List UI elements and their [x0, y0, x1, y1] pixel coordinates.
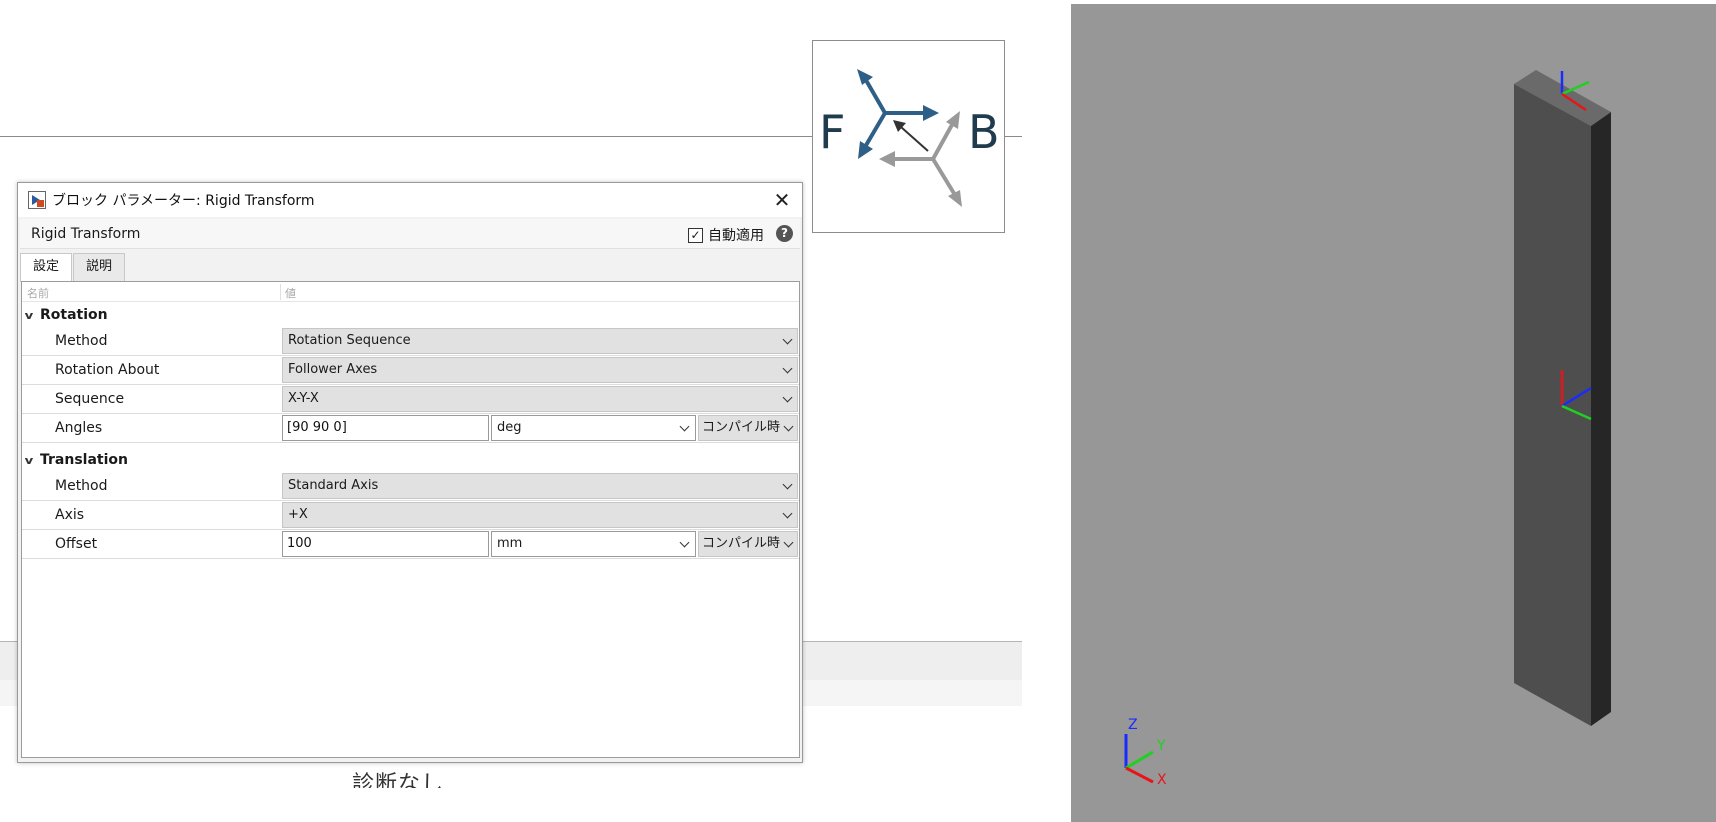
- param-label: Angles: [55, 420, 103, 436]
- mechanics-explorer-view[interactable]: Z Y X: [1071, 4, 1716, 822]
- angles-evaluation-dropdown[interactable]: コンパイル時: [698, 415, 798, 441]
- section-rotation-label: Rotation: [40, 307, 108, 323]
- dropdown-value: X-Y-X: [288, 391, 319, 406]
- rigid-transform-block[interactable]: F B: [812, 40, 1005, 233]
- param-translation-method: Method Standard Axis: [22, 472, 799, 501]
- param-label: Axis: [55, 507, 85, 523]
- axis-dropdown[interactable]: +X: [282, 502, 798, 528]
- chevron-down-icon: [679, 537, 690, 548]
- section-rotation[interactable]: v Rotation: [22, 303, 799, 327]
- chevron-down-icon: [782, 363, 793, 374]
- auto-apply-label: 自動適用: [708, 228, 764, 244]
- chevron-down-icon: [679, 421, 690, 432]
- column-header-value: 値: [285, 287, 296, 300]
- diagnostics-status: 診断なし: [352, 772, 445, 788]
- dropdown-value: deg: [497, 420, 522, 435]
- world-axes-triad: [1124, 734, 1154, 784]
- simulink-block-icon: [28, 191, 46, 209]
- offset-evaluation-dropdown[interactable]: コンパイル時: [698, 531, 798, 557]
- chevron-down-icon: [783, 537, 794, 548]
- rotation-about-dropdown[interactable]: Follower Axes: [282, 357, 798, 383]
- param-label: Method: [55, 333, 108, 349]
- sequence-dropdown[interactable]: X-Y-X: [282, 386, 798, 412]
- plate-front-face: [1514, 84, 1591, 726]
- column-header-name: 名前: [27, 287, 49, 300]
- section-translation-label: Translation: [40, 452, 128, 468]
- world-axis-z-label: Z: [1128, 717, 1138, 733]
- section-translation[interactable]: v Translation: [22, 448, 799, 472]
- block-name-label: Rigid Transform: [31, 226, 141, 242]
- offset-unit-dropdown[interactable]: mm: [491, 531, 696, 557]
- world-axis-y-label: Y: [1156, 738, 1166, 754]
- dropdown-value: コンパイル時: [702, 536, 781, 551]
- plate-side-face: [1591, 112, 1611, 726]
- rotation-method-dropdown[interactable]: Rotation Sequence: [282, 328, 798, 354]
- chevron-down-icon[interactable]: v: [25, 454, 42, 467]
- dropdown-value: Follower Axes: [288, 362, 378, 377]
- param-label: Method: [55, 478, 108, 494]
- connection-line-right[interactable]: [1005, 136, 1022, 137]
- port-b-label: B: [968, 105, 1000, 159]
- param-offset: Offset 100 mm コンパイル時: [22, 530, 799, 559]
- column-headers: 名前 値: [22, 282, 799, 302]
- translation-method-dropdown[interactable]: Standard Axis: [282, 473, 798, 499]
- param-rotation-about: Rotation About Follower Axes: [22, 356, 799, 385]
- block-header: Rigid Transform ✓ 自動適用 ?: [20, 219, 800, 249]
- dropdown-value: Standard Axis: [288, 478, 379, 493]
- chevron-down-icon: [782, 479, 793, 490]
- world-axis-x-label: X: [1157, 772, 1167, 788]
- chevron-down-icon[interactable]: v: [25, 309, 42, 322]
- connection-line-left[interactable]: [0, 136, 812, 137]
- dialog-title: ブロック パラメーター: Rigid Transform: [52, 193, 315, 209]
- auto-apply-checkbox[interactable]: ✓: [688, 227, 703, 243]
- chevron-down-icon: [782, 334, 793, 345]
- param-angles: Angles [90 90 0] deg コンパイル時: [22, 414, 799, 443]
- chevron-down-icon: [783, 421, 794, 432]
- parameter-table: 名前 値 v Rotation Method Rotation Sequence…: [21, 281, 800, 758]
- chevron-down-icon: [782, 392, 793, 403]
- param-label: Rotation About: [55, 362, 160, 378]
- angles-input[interactable]: [90 90 0]: [282, 415, 489, 441]
- dropdown-value: コンパイル時: [702, 420, 781, 435]
- column-separator[interactable]: [280, 284, 281, 300]
- chevron-down-icon: [782, 508, 793, 519]
- param-label: Sequence: [55, 391, 125, 407]
- param-rotation-method: Method Rotation Sequence: [22, 327, 799, 356]
- tab-description[interactable]: 説明: [73, 253, 126, 281]
- param-label: Offset: [55, 536, 98, 552]
- dropdown-value: Rotation Sequence: [288, 333, 411, 348]
- close-icon[interactable]: ✕: [770, 188, 794, 212]
- param-sequence: Sequence X-Y-X: [22, 385, 799, 414]
- angles-unit-dropdown[interactable]: deg: [491, 415, 696, 441]
- param-axis: Axis +X: [22, 501, 799, 530]
- port-f-label: F: [819, 105, 846, 159]
- dropdown-value: mm: [497, 536, 523, 551]
- tab-settings[interactable]: 設定: [20, 253, 73, 282]
- 3d-scene: Z Y X: [1124, 70, 1611, 788]
- help-icon[interactable]: ?: [776, 225, 793, 242]
- tab-bar: 設定 説明: [20, 253, 126, 282]
- dialog-titlebar[interactable]: ブロック パラメーター: Rigid Transform ✕: [18, 183, 802, 217]
- offset-input[interactable]: 100: [282, 531, 489, 557]
- dropdown-value: +X: [288, 507, 308, 522]
- block-parameters-dialog[interactable]: ブロック パラメーター: Rigid Transform ✕ Rigid Tra…: [17, 182, 803, 763]
- auto-apply-toggle[interactable]: ✓ 自動適用: [688, 225, 764, 245]
